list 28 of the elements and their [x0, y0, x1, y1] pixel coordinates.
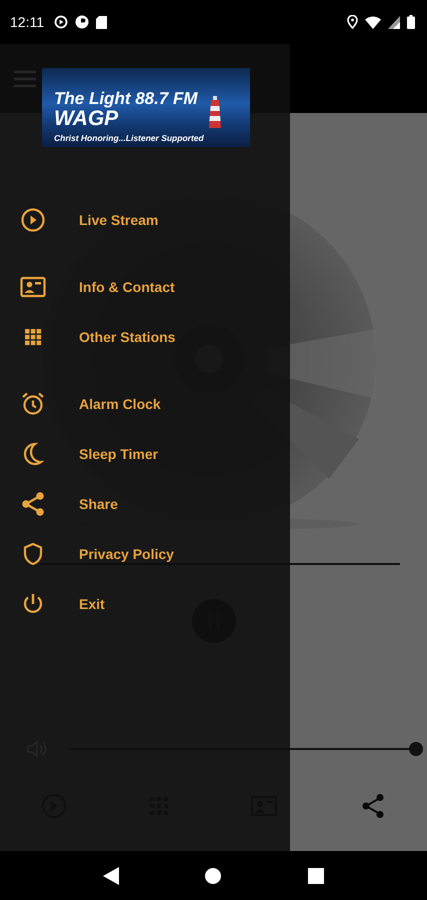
signal-icon — [388, 16, 400, 28]
menu-item[interactable]: Live Stream — [0, 195, 290, 245]
status-time: 12:11 — [10, 14, 44, 30]
logo-call-sign: WAGP — [54, 108, 118, 130]
lighthouse-icon — [208, 94, 222, 128]
sd-card-icon — [96, 16, 107, 28]
menu-item[interactable]: Other Stations — [0, 312, 290, 362]
alarm-clock-icon — [20, 391, 46, 417]
play-circle-icon — [20, 207, 46, 233]
menu-item[interactable]: Exit — [0, 579, 290, 629]
play-circle-icon — [54, 15, 68, 29]
location-icon — [347, 15, 358, 29]
menu-item[interactable]: Alarm Clock — [0, 379, 290, 429]
battery-icon — [407, 15, 415, 29]
share-icon — [20, 491, 46, 517]
home-icon[interactable] — [205, 868, 222, 884]
back-icon[interactable] — [103, 866, 120, 884]
volume-slider-thumb[interactable] — [408, 742, 422, 756]
menu-item[interactable]: Sleep Timer — [0, 429, 290, 479]
share-icon[interactable] — [360, 793, 386, 819]
menu-item[interactable]: Share — [0, 479, 290, 529]
circle-icon — [75, 15, 89, 29]
menu-item[interactable]: Info & Contact — [0, 262, 290, 312]
wifi-icon — [365, 16, 381, 28]
recents-icon[interactable] — [308, 868, 324, 884]
contact-card-icon — [20, 274, 46, 300]
logo-title: The Light 88.7 FM — [54, 89, 198, 108]
logo-tagline: Christ Honoring...Listener Supported — [54, 133, 205, 143]
